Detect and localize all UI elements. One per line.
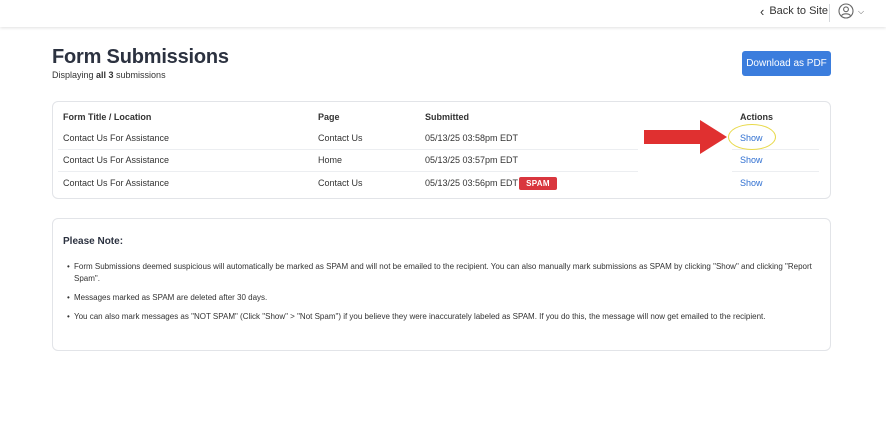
column-header-actions: Actions [740,112,774,122]
download-pdf-button[interactable]: Download as PDF [742,51,831,76]
highlight-circle [728,124,776,150]
table-row-form: Contact Us For Assistance [63,155,170,165]
show-button[interactable]: Show [740,155,763,165]
user-circle-icon [838,3,854,19]
chevron-down-icon: ⌵ [858,6,865,16]
table-row-form: Contact Us For Assistance [63,178,170,188]
table-row-form: Contact Us For Assistance [63,133,170,143]
row-divider [58,149,638,150]
table-row-page: Contact Us [318,133,363,143]
table-row-page: Home [318,155,343,165]
row-divider [732,171,819,172]
table-row-submitted: 05/13/25 03:56pm EDT [425,178,519,188]
submission-count: Displaying all 3 submissions [52,70,166,80]
back-to-site-link[interactable]: ‹ Back to Site [760,3,829,19]
table-row-page: Contact Us [318,178,363,188]
column-header-page: Page [318,112,340,122]
column-header-form: Form Title / Location [63,112,152,122]
arrow-right-icon [644,120,727,154]
note-bullet: You can also mark messages as "NOT SPAM"… [67,311,819,323]
row-divider [58,171,638,172]
chevron-left-icon: ‹ [760,3,765,19]
account-menu[interactable]: ⌵ [838,3,864,19]
show-button[interactable]: Show [740,178,763,188]
spam-badge: SPAM [519,177,557,190]
back-to-site-label: Back to Site [769,5,829,17]
note-bullet: Messages marked as SPAM are deleted afte… [67,292,819,304]
note-bullet: Form Submissions deemed suspicious will … [67,261,819,285]
table-row-submitted: 05/13/25 03:57pm EDT [425,155,519,165]
note-title: Please Note: [63,236,124,247]
table-row-submitted: 05/13/25 03:58pm EDT [425,133,519,143]
column-header-submitted: Submitted [425,112,469,122]
page-title: Form Submissions [52,46,229,68]
top-bar: ‹ Back to Site ⌵ [0,0,886,27]
topbar-divider [829,4,830,22]
